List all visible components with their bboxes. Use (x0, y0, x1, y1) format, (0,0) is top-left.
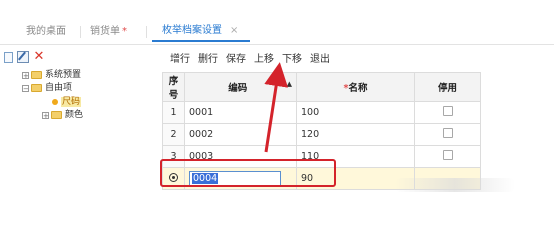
cell-disabled (414, 145, 481, 168)
tree-node-free-item[interactable]: − 自由项 (22, 82, 72, 94)
tree-node-label: 自由项 (45, 83, 73, 93)
tree-node-size[interactable]: 尺码 (52, 96, 82, 108)
folder-open-icon (31, 84, 42, 92)
tree-node-label: 颜色 (65, 110, 84, 120)
cell-code[interactable]: 0002 (184, 123, 297, 146)
enum-tree-panel: ✕ + 系统预置 − 自由项 尺码 + 颜色 (0, 45, 152, 206)
cell-disabled (414, 101, 481, 124)
col-header-code[interactable]: 编码 ▲ (184, 72, 297, 102)
table-row[interactable]: 1 0001 100 (162, 101, 481, 124)
row-seq: 2 (162, 123, 185, 146)
row-seq: 1 (162, 101, 185, 124)
leaf-icon (52, 99, 58, 105)
tree-node-color[interactable]: + 颜色 (42, 109, 83, 121)
sort-ascending-icon[interactable]: ▲ (287, 80, 292, 88)
cell-code[interactable]: 0001 (184, 101, 297, 124)
disabled-checkbox[interactable] (442, 106, 453, 116)
watermark-blur (395, 178, 515, 192)
tab-sales-label: 销货单 (90, 26, 120, 37)
delete-row-button[interactable]: 删行 (198, 54, 218, 65)
tab-enum-archive[interactable]: 枚举档案设置 × (152, 20, 250, 42)
tab-close-icon[interactable]: × (230, 25, 238, 36)
tab-sales[interactable]: 销货单 * (90, 24, 127, 40)
tab-enum-archive-label: 枚举档案设置 (162, 25, 222, 36)
delete-icon[interactable]: ✕ (33, 50, 45, 63)
collapse-icon[interactable]: − (22, 84, 29, 92)
tree-node-label: 尺码 (61, 97, 82, 107)
tab-home-label: 我的桌面 (26, 26, 66, 37)
annotation-highlight-box (160, 159, 336, 187)
col-header-name[interactable]: *名称 (296, 72, 415, 102)
tree-node-label: 系统预置 (45, 70, 82, 80)
edit-icon[interactable] (17, 51, 29, 63)
move-down-button[interactable]: 下移 (282, 54, 302, 65)
add-row-button[interactable]: 增行 (170, 54, 190, 65)
new-doc-icon[interactable] (4, 51, 13, 63)
tab-home[interactable]: 我的桌面 (26, 24, 66, 40)
tree-toolbar: ✕ (4, 50, 49, 65)
tab-divider (80, 26, 81, 38)
cell-name[interactable]: 100 (296, 101, 415, 124)
col-header-name-label: 名称 (348, 83, 368, 94)
tab-divider (146, 26, 147, 38)
table-row[interactable]: 2 0002 120 (162, 123, 481, 146)
grid-header-row: 序号 编码 ▲ *名称 停用 (162, 72, 481, 102)
grid-toolbar: 增行 删行 保存 上移 下移 退出 (170, 53, 338, 67)
cell-name[interactable]: 120 (296, 123, 415, 146)
disabled-checkbox[interactable] (442, 128, 453, 138)
modified-indicator: * (122, 26, 127, 37)
col-header-seq: 序号 (162, 72, 185, 102)
col-header-code-label: 编码 (228, 83, 248, 94)
save-button[interactable]: 保存 (226, 54, 246, 65)
folder-icon (31, 71, 42, 79)
tree-node-system-preset[interactable]: + 系统预置 (22, 69, 81, 81)
move-up-button[interactable]: 上移 (254, 54, 274, 65)
disabled-checkbox[interactable] (442, 150, 453, 160)
expand-icon[interactable]: + (22, 71, 29, 79)
tab-bar: 我的桌面 销货单 * 枚举档案设置 × (0, 0, 554, 44)
cell-disabled (414, 123, 481, 146)
col-header-disabled: 停用 (414, 72, 481, 102)
exit-button[interactable]: 退出 (310, 54, 330, 65)
expand-icon[interactable]: + (42, 111, 49, 119)
folder-icon (51, 111, 62, 119)
